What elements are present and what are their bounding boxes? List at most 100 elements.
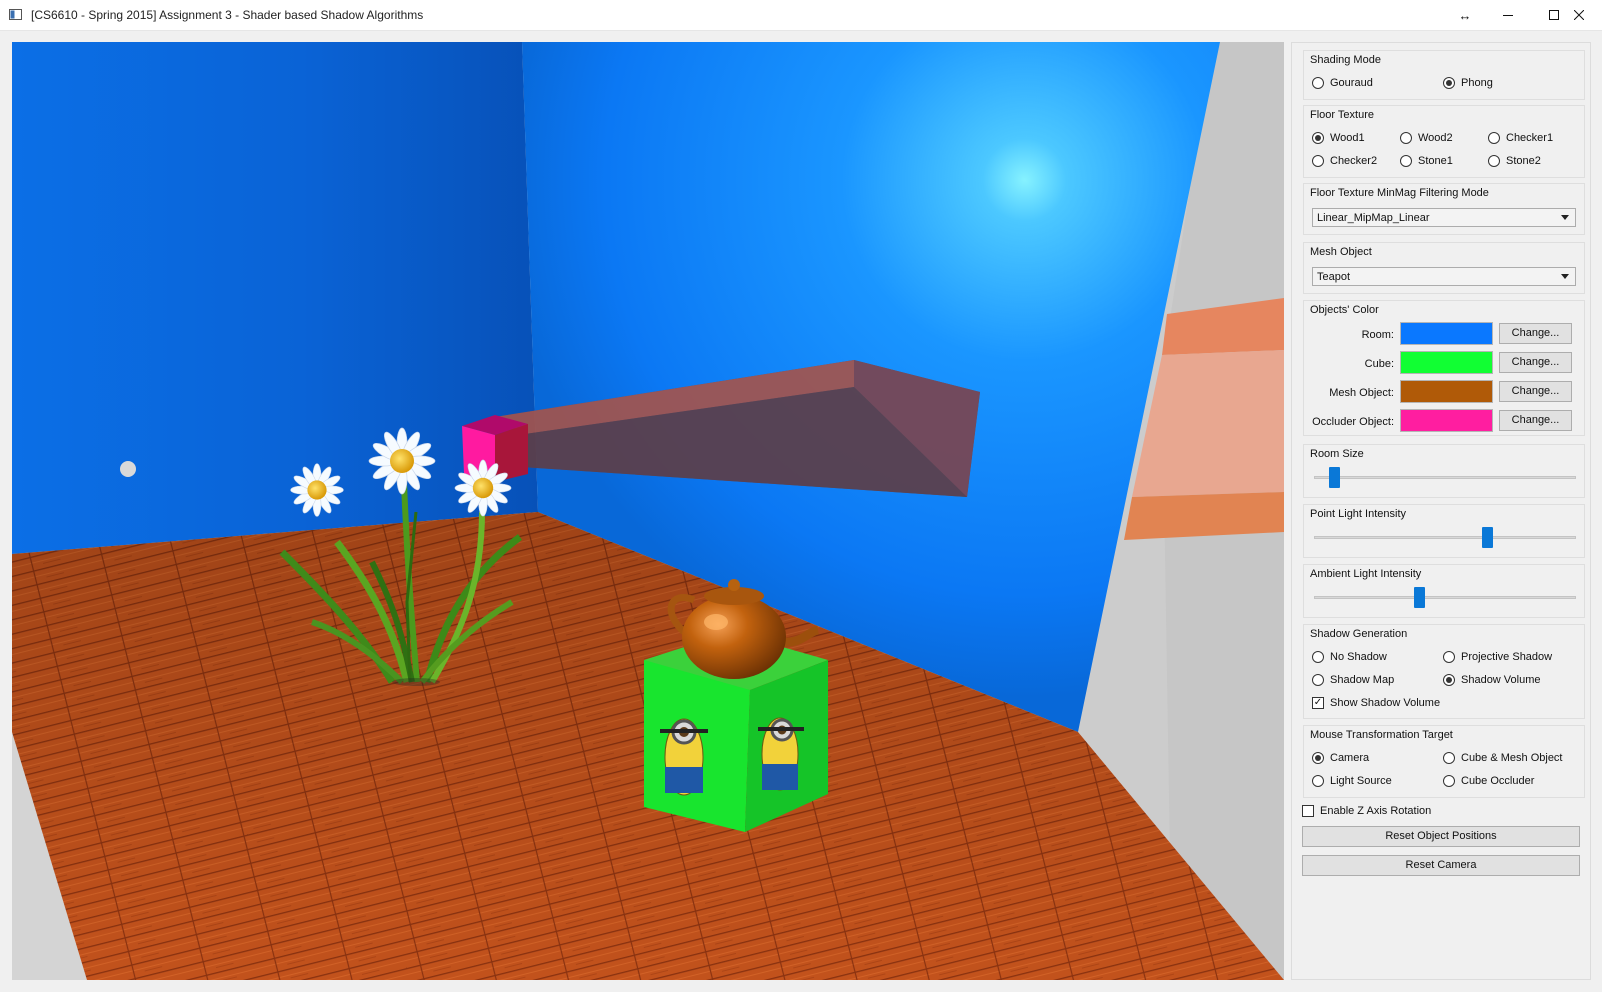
radio-indicator <box>1443 674 1455 686</box>
group-title: Floor Texture MinMag Filtering Mode <box>1310 187 1489 199</box>
radio-shadow-volume[interactable]: Shadow Volume <box>1443 674 1541 686</box>
radio-shadow-map[interactable]: Shadow Map <box>1312 674 1394 686</box>
control-panel: Shading Mode Gouraud Phong Floor Texture… <box>1291 42 1591 980</box>
radio-label: Cube & Mesh Object <box>1461 752 1563 764</box>
cube-color-swatch <box>1400 351 1493 374</box>
resize-icon[interactable]: ↔ <box>1445 0 1485 30</box>
radio-label: Stone2 <box>1506 155 1541 167</box>
reset-camera-button[interactable]: Reset Camera <box>1302 855 1580 876</box>
radio-indicator <box>1488 132 1500 144</box>
room-color-swatch <box>1400 322 1493 345</box>
enable-z-rotation-checkbox[interactable]: Enable Z Axis Rotation <box>1302 805 1431 817</box>
radio-indicator <box>1443 651 1455 663</box>
radio-label: No Shadow <box>1330 651 1387 663</box>
radio-no-shadow[interactable]: No Shadow <box>1312 651 1387 663</box>
radio-wood2[interactable]: Wood2 <box>1400 132 1453 144</box>
radio-indicator <box>1443 77 1455 89</box>
radio-label: Wood2 <box>1418 132 1453 144</box>
shadow-generation-group: Shadow Generation No Shadow Projective S… <box>1303 624 1585 719</box>
filtering-group: Floor Texture MinMag Filtering Mode Line… <box>1303 183 1585 235</box>
minimize-icon <box>1503 15 1513 16</box>
change-mesh-color-button[interactable]: Change... <box>1499 381 1572 402</box>
outer-band-lower <box>1124 492 1284 540</box>
radio-label: Light Source <box>1330 775 1392 787</box>
mouse-target-group: Mouse Transformation Target Camera Cube … <box>1303 725 1585 798</box>
close-icon <box>1574 10 1584 20</box>
radio-indicator <box>1312 752 1324 764</box>
room-color-label: Room: <box>1361 329 1394 341</box>
ambient-light-group: Ambient Light Intensity <box>1303 564 1585 618</box>
floor-texture-group: Floor Texture Wood1 Wood2 Checker1 Check… <box>1303 105 1585 178</box>
show-shadow-volume-checkbox[interactable]: ✓ Show Shadow Volume <box>1312 697 1440 709</box>
checkbox-label: Enable Z Axis Rotation <box>1320 805 1432 817</box>
radio-gouraud[interactable]: Gouraud <box>1312 77 1373 89</box>
filtering-mode-select[interactable]: Linear_MipMap_Linear <box>1312 208 1576 227</box>
radio-indicator <box>1400 155 1412 167</box>
minion-texture-left <box>660 718 708 796</box>
select-value: Linear_MipMap_Linear <box>1317 212 1430 224</box>
minimize-button[interactable] <box>1485 0 1531 30</box>
title-bar: [CS6610 - Spring 2015] Assignment 3 - Sh… <box>0 0 1602 31</box>
radio-label: Phong <box>1461 77 1493 89</box>
reset-object-positions-button[interactable]: Reset Object Positions <box>1302 826 1580 847</box>
shading-mode-group: Shading Mode Gouraud Phong <box>1303 50 1585 100</box>
mesh-color-swatch <box>1400 380 1493 403</box>
light-source[interactable] <box>120 461 136 477</box>
radio-wood1[interactable]: Wood1 <box>1312 132 1365 144</box>
radio-checker1[interactable]: Checker1 <box>1488 132 1553 144</box>
mesh-object-select[interactable]: Teapot <box>1312 267 1576 286</box>
ambient-light-slider[interactable] <box>1414 587 1426 608</box>
radio-label: Camera <box>1330 752 1370 764</box>
occluder-color-label: Occluder Object: <box>1312 416 1394 428</box>
radio-indicator <box>1312 674 1324 686</box>
radio-cube-occluder[interactable]: Cube Occluder <box>1443 775 1534 787</box>
room-size-group: Room Size <box>1303 444 1585 498</box>
app-icon <box>9 9 22 20</box>
minion-texture-right <box>758 717 804 791</box>
radio-cube-mesh-object[interactable]: Cube & Mesh Object <box>1443 752 1563 764</box>
group-title: Room Size <box>1310 448 1364 460</box>
checkmark-icon: ✓ <box>1312 697 1324 709</box>
window-title: [CS6610 - Spring 2015] Assignment 3 - Sh… <box>31 8 424 22</box>
radio-label: Stone1 <box>1418 155 1453 167</box>
change-occluder-color-button[interactable]: Change... <box>1499 410 1572 431</box>
group-title: Objects' Color <box>1310 304 1379 316</box>
radio-label: Wood1 <box>1330 132 1365 144</box>
radio-label: Checker1 <box>1506 132 1554 144</box>
render-viewport[interactable] <box>12 42 1284 980</box>
close-button[interactable] <box>1556 0 1602 30</box>
point-light-track <box>1314 536 1576 539</box>
radio-light-source[interactable]: Light Source <box>1312 775 1392 787</box>
group-title: Shading Mode <box>1310 54 1381 66</box>
radio-stone2[interactable]: Stone2 <box>1488 155 1541 167</box>
objects-color-group: Objects' Color Room: Change... Cube: Cha… <box>1303 300 1585 436</box>
group-title: Ambient Light Intensity <box>1310 568 1422 580</box>
chevron-down-icon <box>1561 215 1569 220</box>
cube-color-label: Cube: <box>1364 358 1394 370</box>
radio-checker2[interactable]: Checker2 <box>1312 155 1377 167</box>
group-title: Mouse Transformation Target <box>1310 729 1453 741</box>
room-size-slider[interactable] <box>1329 467 1341 488</box>
mesh-color-label: Mesh Object: <box>1329 387 1394 399</box>
radio-label: Projective Shadow <box>1461 651 1553 663</box>
group-title: Point Light Intensity <box>1310 508 1407 520</box>
change-room-color-button[interactable]: Change... <box>1499 323 1572 344</box>
radio-camera[interactable]: Camera <box>1312 752 1369 764</box>
radio-indicator <box>1312 651 1324 663</box>
radio-indicator <box>1400 132 1412 144</box>
radio-indicator <box>1312 77 1324 89</box>
radio-indicator <box>1312 132 1324 144</box>
radio-stone1[interactable]: Stone1 <box>1400 155 1453 167</box>
change-cube-color-button[interactable]: Change... <box>1499 352 1572 373</box>
radio-label: Shadow Map <box>1330 674 1395 686</box>
checkbox-label: Show Shadow Volume <box>1330 697 1441 709</box>
checkbox-box <box>1302 805 1314 817</box>
radio-label: Cube Occluder <box>1461 775 1535 787</box>
radio-label: Shadow Volume <box>1461 674 1541 686</box>
radio-phong[interactable]: Phong <box>1443 77 1493 89</box>
point-light-slider[interactable] <box>1482 527 1494 548</box>
radio-projective-shadow[interactable]: Projective Shadow <box>1443 651 1552 663</box>
radio-label: Checker2 <box>1330 155 1378 167</box>
scene-render[interactable] <box>12 42 1284 980</box>
radio-indicator <box>1312 155 1324 167</box>
